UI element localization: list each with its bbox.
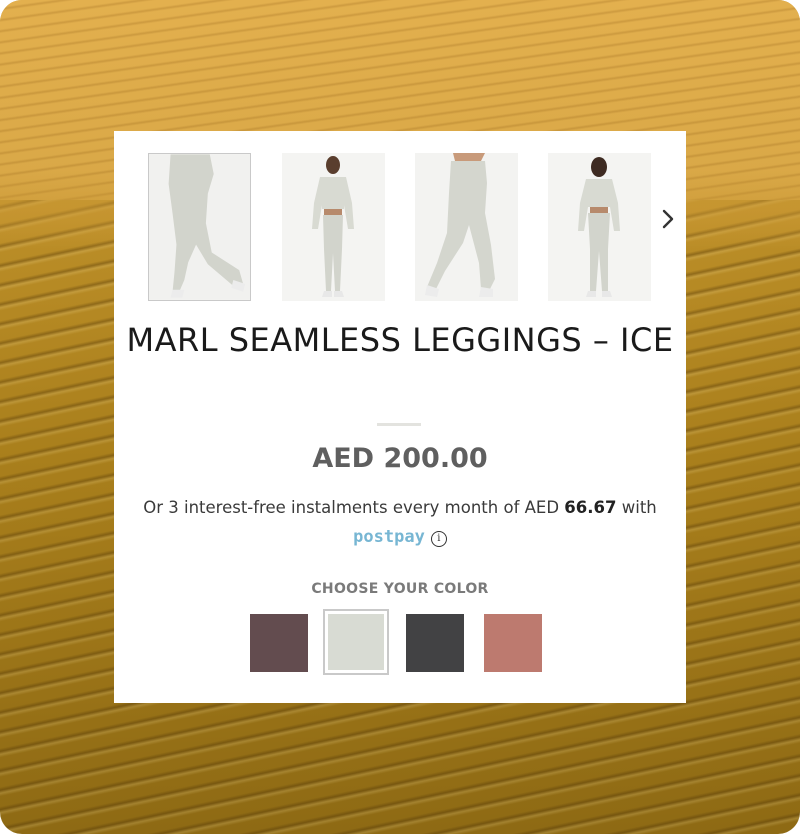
product-card: MARL SEAMLESS LEGGINGS – ICE AED 200.00 … — [114, 131, 686, 703]
outfit-back-image — [548, 153, 651, 301]
product-title: MARL SEAMLESS LEGGINGS – ICE — [126, 321, 674, 359]
swatch-terracotta[interactable] — [484, 614, 542, 672]
thumbnail-leggings-front-view[interactable] — [415, 153, 518, 301]
instalment-text: Or 3 interest-free instalments every mon… — [114, 493, 686, 523]
postpay-logo[interactable]: postpay — [353, 527, 425, 547]
swatch-fill — [406, 614, 464, 672]
outfit-front-image — [282, 153, 385, 301]
swatch-fill — [328, 614, 384, 670]
choose-color-label: CHOOSE YOUR COLOR — [311, 581, 489, 597]
instalment-prefix: Or 3 interest-free instalments every mon… — [143, 498, 565, 517]
title-divider — [377, 423, 421, 426]
leggings-back-image — [149, 154, 250, 300]
instalment-suffix: with — [616, 498, 657, 517]
chevron-right-icon[interactable] — [660, 207, 676, 231]
info-icon[interactable]: i — [430, 531, 447, 547]
swatch-ice[interactable] — [323, 609, 389, 675]
color-swatches — [114, 609, 686, 675]
thumbnail-full-outfit-front[interactable] — [282, 153, 385, 301]
swatch-fill — [250, 614, 308, 672]
swatch-mauve-brown[interactable] — [250, 614, 308, 672]
swatch-fill — [484, 614, 542, 672]
image-gallery — [148, 153, 652, 303]
product-price: AED 200.00 — [312, 443, 488, 474]
instalment-amount: 66.67 — [564, 498, 617, 517]
thumbnail-full-outfit-back[interactable] — [548, 153, 651, 301]
postpay-row: postpay i — [114, 523, 686, 551]
leggings-front-image — [415, 153, 518, 301]
desert-background: MARL SEAMLESS LEGGINGS – ICE AED 200.00 … — [0, 0, 800, 834]
thumbnail-leggings-back-view[interactable] — [148, 153, 251, 301]
swatch-charcoal[interactable] — [406, 614, 464, 672]
